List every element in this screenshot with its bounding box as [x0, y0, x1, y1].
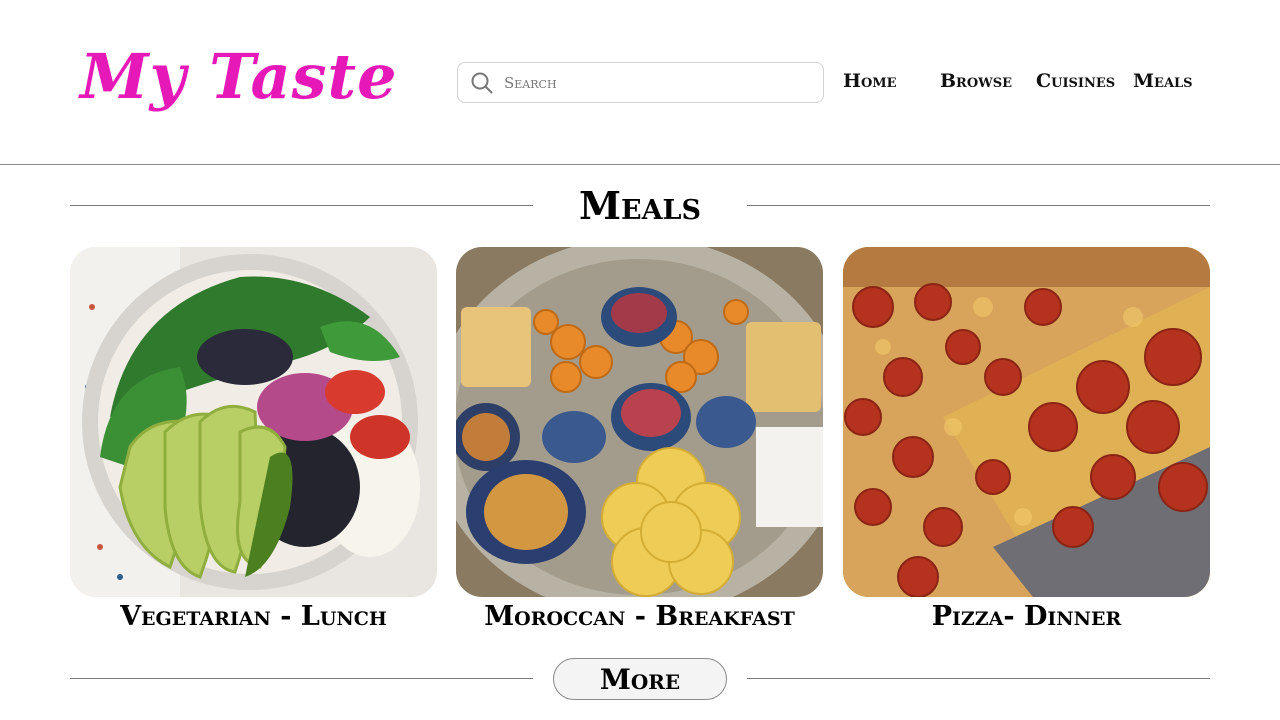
search-icon[interactable]	[470, 71, 494, 95]
vegetarian-bowl-image[interactable]	[70, 247, 437, 597]
meal-card-moroccan[interactable]: Moroccan - Breakfast	[456, 247, 823, 632]
nav-meals[interactable]: Meals	[1133, 70, 1193, 92]
nav-cuisines[interactable]: Cuisines	[1036, 70, 1115, 92]
nav-browse[interactable]: Browse	[940, 70, 1012, 92]
meal-card-label[interactable]: Pizza- Dinner	[843, 601, 1210, 632]
moroccan-breakfast-image[interactable]	[456, 247, 823, 597]
footer-divider-right	[747, 678, 1210, 679]
pepperoni-pizza-image[interactable]	[843, 247, 1210, 597]
more-button[interactable]: More	[553, 658, 727, 700]
section-title: Meals	[578, 183, 702, 228]
title-divider-left	[70, 205, 533, 206]
footer-divider-left	[70, 678, 533, 679]
search-input[interactable]	[504, 73, 804, 92]
header: My Taste Home Browse Cuisines Meals	[0, 0, 1280, 165]
logo[interactable]: My Taste	[80, 40, 398, 113]
meal-card-pizza[interactable]: Pizza- Dinner	[843, 247, 1210, 632]
title-divider-right	[747, 205, 1210, 206]
nav-home[interactable]: Home	[843, 70, 897, 92]
search-bar[interactable]	[457, 62, 824, 103]
meal-card-vegetarian[interactable]: Vegetarian - Lunch	[70, 247, 437, 632]
meal-card-label[interactable]: Vegetarian - Lunch	[70, 601, 437, 632]
meal-card-label[interactable]: Moroccan - Breakfast	[456, 601, 823, 632]
